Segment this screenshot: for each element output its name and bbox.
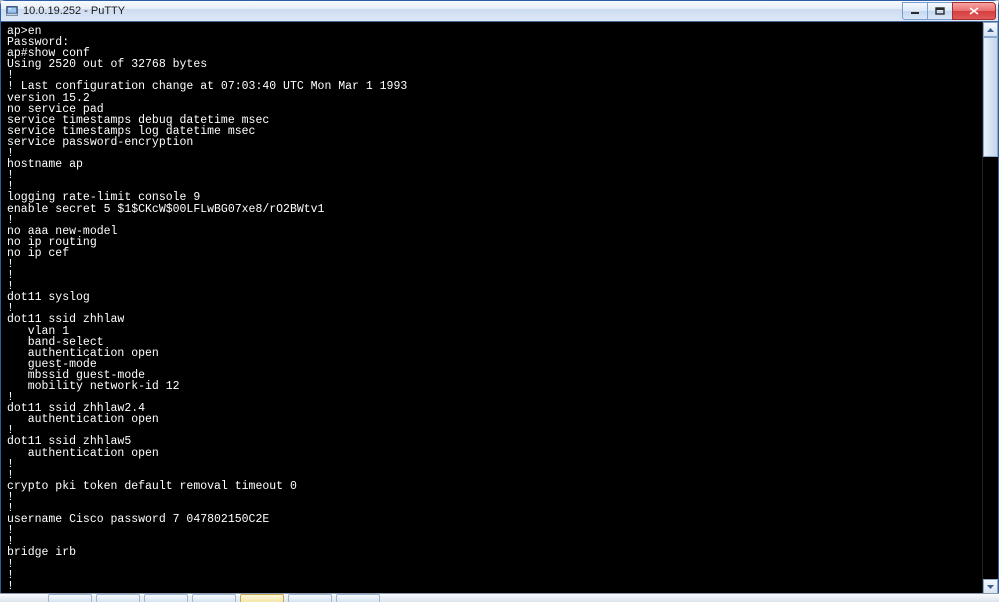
minimize-button[interactable] [902, 2, 928, 20]
taskbar-item[interactable] [96, 594, 140, 602]
taskbar-item[interactable] [144, 594, 188, 602]
taskbar-item[interactable] [192, 594, 236, 602]
putty-window: 10.0.19.252 - PuTTY ap>en Password: ap#s… [0, 0, 999, 595]
titlebar[interactable]: 10.0.19.252 - PuTTY [1, 1, 998, 22]
scrollbar-thumb[interactable] [983, 37, 998, 157]
putty-icon [5, 4, 19, 18]
taskbar[interactable] [0, 593, 999, 602]
taskbar-item[interactable] [48, 594, 92, 602]
scroll-up-button[interactable] [983, 22, 998, 37]
terminal-output[interactable]: ap>en Password: ap#show conf Using 2520 … [1, 22, 998, 594]
terminal-text: ap>en Password: ap#show conf Using 2520 … [7, 25, 407, 593]
taskbar-item[interactable] [336, 594, 380, 602]
maximize-button[interactable] [927, 2, 953, 20]
window-buttons [903, 2, 996, 20]
taskbar-item-active[interactable] [240, 594, 284, 602]
close-button[interactable] [952, 2, 996, 20]
window-title: 10.0.19.252 - PuTTY [23, 5, 125, 17]
vertical-scrollbar[interactable] [982, 22, 997, 594]
taskbar-item[interactable] [288, 594, 332, 602]
scroll-down-button[interactable] [983, 579, 998, 594]
